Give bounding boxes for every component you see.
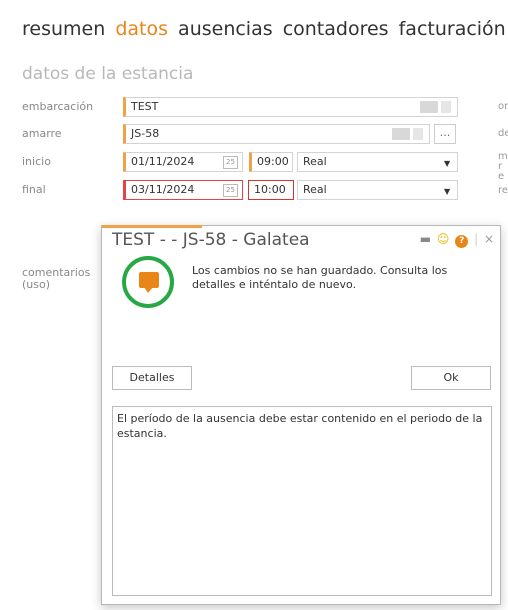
- tab-bar: resumen datos ausencias contadores factu…: [22, 18, 508, 40]
- chevron-down-icon[interactable]: ▼: [444, 187, 450, 196]
- divider: |: [474, 232, 479, 246]
- tab-ausencias[interactable]: ausencias: [178, 18, 273, 40]
- chevron-down-icon[interactable]: ▼: [444, 159, 450, 168]
- inicio-label: inicio: [22, 155, 51, 168]
- section-title: datos de la estancia: [22, 64, 194, 84]
- amarre-browse-button[interactable]: ...: [434, 124, 456, 144]
- inicio-time-value: 09:00: [257, 155, 289, 168]
- tab-datos[interactable]: datos: [115, 18, 168, 40]
- dialog-message: Los cambios no se han guardado. Consulta…: [192, 264, 448, 291]
- inicio-time-field[interactable]: 09:00: [249, 152, 293, 172]
- speech-bubble-icon: [139, 272, 159, 288]
- final-type-select[interactable]: Real: [297, 180, 458, 200]
- tab-resumen[interactable]: resumen: [22, 18, 105, 40]
- dialog-title: TEST - - JS-58 - Galatea: [112, 230, 310, 250]
- final-type-value: Real: [303, 183, 327, 196]
- right-label: re: [498, 185, 508, 196]
- clear-icon[interactable]: [441, 101, 451, 113]
- card-icon[interactable]: [420, 101, 438, 113]
- details-text-area[interactable]: El período de la ausencia debe estar con…: [112, 406, 492, 596]
- dialog-toolbar: ▬ ☺ ? | ×: [418, 232, 494, 248]
- amarre-field[interactable]: JS-58: [123, 124, 430, 144]
- right-label: or: [498, 101, 508, 112]
- card-icon[interactable]: [392, 128, 410, 140]
- inicio-type-value: Real: [303, 155, 327, 168]
- dialog-accent-bar: [102, 225, 202, 228]
- calendar-icon[interactable]: 25: [223, 156, 238, 169]
- tab-facturacion[interactable]: facturación: [399, 18, 506, 40]
- chat-icon[interactable]: ▬: [420, 232, 431, 246]
- smiley-icon[interactable]: ☺: [437, 232, 450, 246]
- embarcacion-value: TEST: [131, 100, 159, 113]
- right-label: m re: [498, 151, 508, 182]
- help-icon[interactable]: ?: [455, 235, 469, 248]
- amarre-value: JS-58: [131, 127, 160, 140]
- embarcacion-label: embarcación: [22, 100, 94, 113]
- embarcacion-field[interactable]: TEST: [123, 97, 458, 117]
- right-label: de: [498, 128, 508, 139]
- message-icon: [122, 256, 174, 308]
- ok-button[interactable]: Ok: [411, 366, 491, 390]
- details-button[interactable]: Detalles: [112, 366, 192, 390]
- error-dialog: TEST - - JS-58 - Galatea ▬ ☺ ? | × Los c…: [101, 225, 501, 605]
- final-date-value: 03/11/2024: [131, 183, 195, 196]
- close-icon[interactable]: ×: [484, 232, 494, 246]
- inicio-type-select[interactable]: Real: [297, 152, 458, 172]
- final-time-value: 10:00: [254, 183, 286, 196]
- amarre-label: amarre: [22, 127, 62, 140]
- final-time-field[interactable]: 10:00: [248, 180, 294, 200]
- clear-icon[interactable]: [413, 128, 423, 140]
- tab-contadores[interactable]: contadores: [283, 18, 389, 40]
- final-label: final: [22, 183, 46, 196]
- comentarios-label: comentarios (uso): [22, 266, 91, 291]
- inicio-date-value: 01/11/2024: [131, 155, 195, 168]
- details-text: El período de la ausencia debe estar con…: [117, 412, 483, 440]
- calendar-icon[interactable]: 25: [223, 184, 238, 197]
